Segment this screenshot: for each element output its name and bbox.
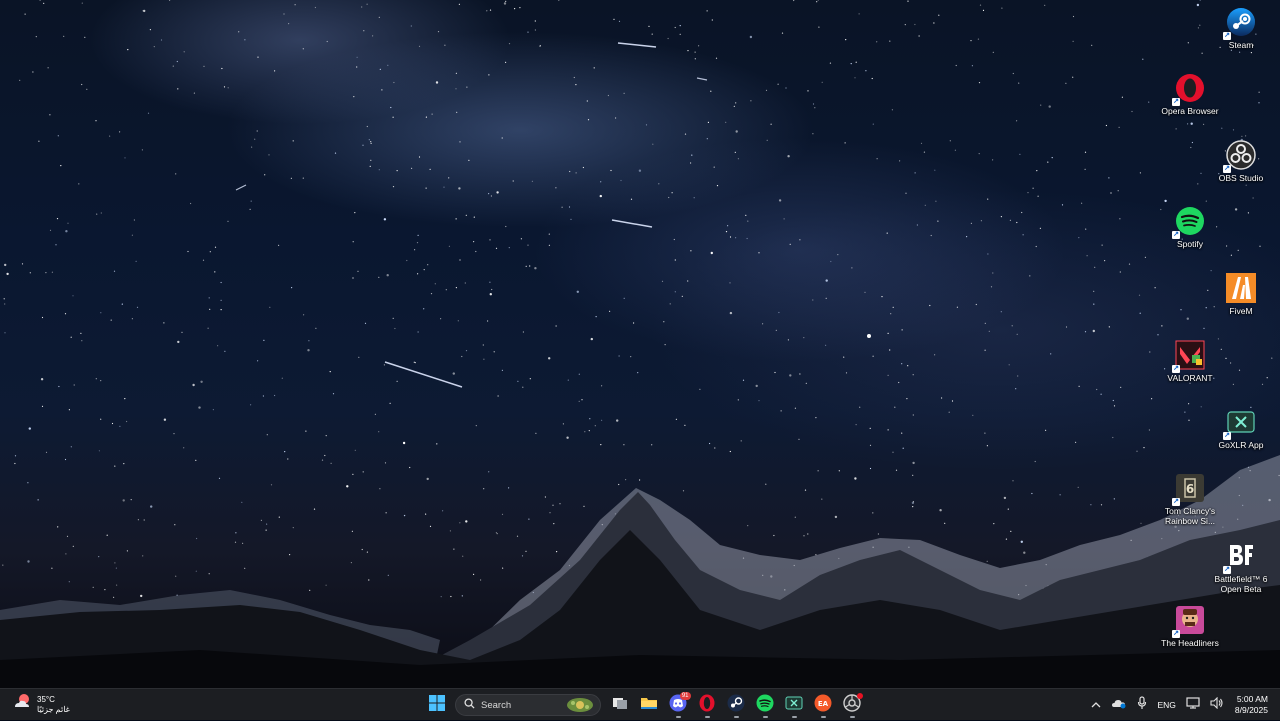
opera-button[interactable] bbox=[694, 692, 720, 718]
search-icon bbox=[464, 696, 475, 714]
rainbow-six-icon: 6 ↗ bbox=[1172, 472, 1206, 506]
opera-icon: ↗ bbox=[1172, 72, 1206, 106]
desktop-icon-headliners[interactable]: ↗ The Headliners bbox=[1155, 604, 1225, 648]
chrome-button[interactable] bbox=[839, 692, 865, 718]
network-icon bbox=[1186, 696, 1200, 714]
onedrive-tray-button[interactable] bbox=[1111, 696, 1127, 714]
file-explorer-icon bbox=[640, 695, 658, 716]
clock[interactable]: 5:00 AM 8/9/2025 bbox=[1235, 694, 1268, 716]
desktop-wallpaper: ↗ Steam ↗ Opera Browser ↗ OBS Studio ↗ S… bbox=[0, 0, 1280, 688]
goxlr-icon bbox=[785, 696, 803, 715]
desktop-icon-spotify[interactable]: ↗ Spotify bbox=[1155, 205, 1225, 249]
steam-button[interactable] bbox=[723, 692, 749, 718]
ea-icon: EA bbox=[814, 694, 832, 717]
weather-temp: 35°C bbox=[37, 694, 55, 704]
network-button[interactable] bbox=[1186, 696, 1200, 714]
language-indicator[interactable]: ENG bbox=[1157, 700, 1175, 710]
taskbar: 35°C غائم جزئيًا Search 91 EA ENG 5:00 A… bbox=[0, 688, 1280, 720]
spotify-icon: ↗ bbox=[1172, 205, 1206, 239]
task-view-button[interactable] bbox=[607, 692, 633, 718]
weather-widget[interactable]: 35°C غائم جزئيًا bbox=[12, 692, 70, 717]
ea-button[interactable]: EA bbox=[810, 692, 836, 718]
steam-icon: ↗ bbox=[1223, 6, 1257, 40]
spotify-icon bbox=[756, 694, 774, 717]
onedrive-icon bbox=[1111, 696, 1127, 714]
svg-text:EA: EA bbox=[817, 700, 828, 708]
obs-icon: ↗ bbox=[1223, 139, 1257, 173]
desktop-icon-label: Steam bbox=[1228, 40, 1254, 50]
desktop-icon-label: OBS Studio bbox=[1218, 173, 1264, 183]
weather-desc: غائم جزئيًا bbox=[37, 704, 70, 714]
desktop-icon-label: Spotify bbox=[1177, 239, 1203, 249]
headliners-icon: ↗ bbox=[1172, 604, 1206, 638]
desktop-icon-label: FiveM bbox=[1229, 306, 1253, 316]
clock-date: 8/9/2025 bbox=[1234, 705, 1268, 715]
microphone-icon bbox=[1137, 695, 1147, 715]
start-button[interactable] bbox=[424, 692, 450, 718]
fivem-icon bbox=[1225, 272, 1257, 304]
file-explorer-button[interactable] bbox=[636, 692, 662, 718]
desktop-icon-valorant[interactable]: ↗ VALORANT bbox=[1155, 339, 1225, 383]
goxlr-icon: ↗ bbox=[1223, 406, 1257, 440]
desktop-icon-label: Opera Browser bbox=[1161, 106, 1219, 116]
windows-logo-icon bbox=[428, 694, 445, 716]
desktop-icon-label: VALORANT bbox=[1167, 373, 1213, 383]
weather-partly-cloudy-icon bbox=[12, 692, 32, 717]
chevron-up-icon bbox=[1091, 696, 1101, 714]
goxlr-button[interactable] bbox=[781, 692, 807, 718]
desktop-icon-label: GoXLR App bbox=[1218, 440, 1264, 450]
task-view-icon bbox=[612, 695, 628, 716]
desktop-icon-opera[interactable]: ↗ Opera Browser bbox=[1155, 72, 1225, 116]
speaker-icon bbox=[1210, 696, 1224, 714]
desktop-icon-label: The Headliners bbox=[1161, 638, 1219, 648]
desktop-icon-label: Tom Clancy's Rainbow Si... bbox=[1164, 506, 1216, 526]
desktop-icon-obs[interactable]: ↗ OBS Studio bbox=[1206, 139, 1276, 183]
desktop-icon-rainbow-six[interactable]: 6 ↗ Tom Clancy's Rainbow Si... bbox=[1155, 472, 1225, 526]
taskbar-center: Search 91 EA bbox=[422, 691, 866, 719]
system-tray: ENG 5:00 AM 8/9/2025 bbox=[1086, 689, 1280, 721]
search-highlight-icon bbox=[566, 697, 594, 718]
steam-icon bbox=[727, 694, 745, 717]
mountain-silhouette bbox=[0, 42, 1280, 688]
volume-button[interactable] bbox=[1210, 696, 1224, 714]
svg-text:6: 6 bbox=[1186, 482, 1194, 496]
opera-icon bbox=[699, 694, 715, 717]
battlefield-icon: ↗ bbox=[1223, 540, 1257, 574]
spotify-button[interactable] bbox=[752, 692, 778, 718]
search-box[interactable]: Search bbox=[455, 694, 601, 716]
show-hidden-icons-button[interactable] bbox=[1091, 696, 1101, 714]
valorant-icon: ↗ bbox=[1172, 339, 1206, 373]
desktop-icon-steam[interactable]: ↗ Steam bbox=[1206, 6, 1276, 50]
desktop-icon-goxlr[interactable]: ↗ GoXLR App bbox=[1206, 406, 1276, 450]
discord-badge: 91 bbox=[679, 692, 691, 700]
desktop-icon-label: Battlefield™ 6 Open Beta bbox=[1214, 574, 1268, 594]
notification-dot bbox=[856, 693, 863, 699]
clock-time: 5:00 AM bbox=[1236, 694, 1268, 704]
microphone-tray-button[interactable] bbox=[1137, 695, 1147, 715]
desktop-icon-fivem[interactable]: FiveM bbox=[1206, 272, 1276, 316]
discord-button[interactable]: 91 bbox=[665, 692, 691, 718]
desktop-icon-battlefield[interactable]: ↗ Battlefield™ 6 Open Beta bbox=[1206, 540, 1276, 594]
search-placeholder: Search bbox=[481, 699, 512, 711]
